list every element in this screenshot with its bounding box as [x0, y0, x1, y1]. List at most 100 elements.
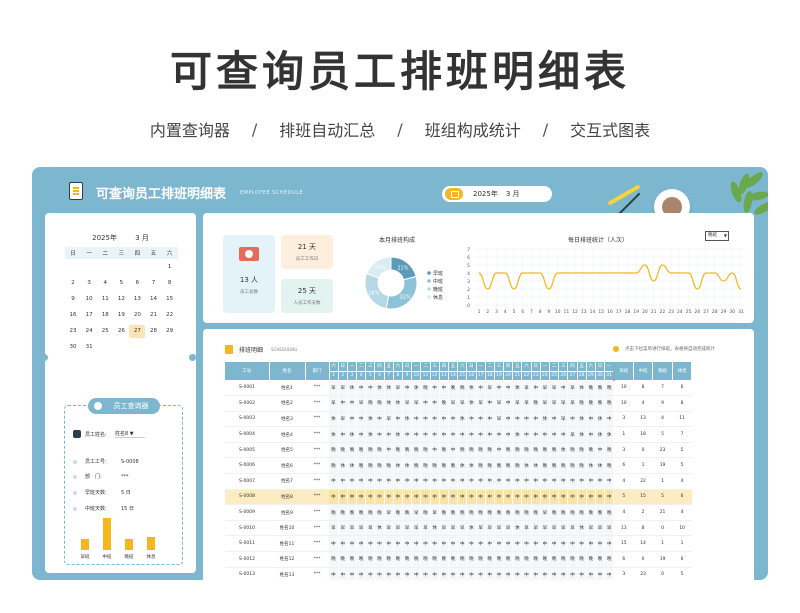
cell-shift[interactable]: 晚 [374, 504, 385, 521]
cell-shift[interactable]: 中 [476, 567, 486, 580]
cell-shift[interactable]: 晚 [347, 504, 358, 521]
cell-shift[interactable]: 休 [365, 426, 376, 443]
cell-shift[interactable]: 中 [549, 535, 560, 553]
cell-shift[interactable]: 晚 [604, 380, 615, 397]
cell-shift[interactable]: 中 [567, 411, 578, 428]
cell-shift[interactable]: 晚 [365, 395, 376, 412]
cell-shift[interactable]: 中 [521, 426, 532, 443]
cell-shift[interactable]: 中 [411, 411, 422, 428]
cell-shift[interactable]: 中 [604, 567, 615, 580]
cell-shift[interactable]: 早 [595, 520, 606, 537]
cell-shift[interactable]: 晚 [521, 551, 532, 568]
cell-shift[interactable]: 休 [521, 457, 532, 475]
cell-shift[interactable]: 晚 [595, 380, 606, 397]
cell-shift[interactable]: 中 [567, 535, 578, 553]
cell-shift[interactable]: 晚 [448, 380, 459, 397]
cell-shift[interactable]: 中 [476, 535, 486, 553]
cell-shift[interactable]: 休 [586, 457, 596, 475]
cell-shift[interactable]: 晚 [457, 504, 468, 521]
cell-shift[interactable]: 中 [521, 473, 532, 490]
calendar-day[interactable]: 16 [65, 312, 81, 318]
cell-shift[interactable]: 中 [384, 442, 394, 459]
cell-shift[interactable]: 中 [485, 411, 495, 428]
cell-shift[interactable]: 中 [430, 411, 440, 428]
cell-shift[interactable]: 晚 [439, 442, 449, 459]
cell-shift[interactable]: 中 [374, 489, 385, 506]
cell-shift[interactable]: 晚 [503, 551, 514, 568]
cell-shift[interactable]: 休 [577, 411, 587, 428]
cell-shift[interactable]: 晚 [338, 442, 348, 459]
cell-shift[interactable]: 中 [420, 567, 431, 580]
cell-shift[interactable]: 晚 [586, 504, 596, 521]
employee-name-select[interactable]: 姓名8 ▼ [115, 430, 145, 438]
cell-shift[interactable]: 中 [439, 426, 449, 443]
cell-shift[interactable]: 中 [586, 489, 596, 506]
calendar-day[interactable]: 23 [65, 328, 81, 334]
cell-shift[interactable]: 晚 [485, 551, 495, 568]
cell-shift[interactable]: 晚 [466, 504, 477, 521]
cell-shift[interactable]: 中 [430, 380, 440, 397]
cell-shift[interactable]: 中 [595, 442, 606, 459]
calendar-day[interactable]: 3 [81, 280, 97, 286]
cell-shift[interactable]: 中 [402, 535, 413, 553]
cell-shift[interactable]: 晚 [448, 504, 459, 521]
cell-shift[interactable]: 中 [586, 567, 596, 580]
cell-shift[interactable]: 晚 [540, 442, 551, 459]
cell-shift[interactable]: 休 [457, 411, 468, 428]
cell-shift[interactable]: 休 [430, 520, 440, 537]
cell-shift[interactable]: 中 [411, 473, 422, 490]
cell-shift[interactable]: 早 [540, 380, 551, 397]
cell-shift[interactable]: 中 [393, 489, 404, 506]
cell-shift[interactable]: 中 [494, 380, 505, 397]
cell-shift[interactable]: 早 [586, 520, 596, 537]
cell-shift[interactable]: 早 [540, 520, 551, 537]
cell-shift[interactable]: 早 [356, 395, 367, 412]
cell-shift[interactable]: 中 [549, 411, 560, 428]
cell-shift[interactable]: 中 [567, 489, 578, 506]
cell-shift[interactable]: 中 [430, 567, 440, 580]
calendar-day[interactable]: 10 [81, 296, 97, 302]
cell-shift[interactable]: 休 [604, 426, 615, 443]
cell-shift[interactable]: 中 [338, 473, 348, 490]
cell-shift[interactable]: 中 [338, 567, 348, 580]
cell-shift[interactable]: 晚 [494, 457, 505, 475]
calendar-day[interactable]: 24 [81, 328, 97, 334]
cell-shift[interactable]: 中 [430, 426, 440, 443]
cell-shift[interactable]: 早 [549, 380, 560, 397]
cell-shift[interactable]: 晚 [476, 551, 486, 568]
cell-shift[interactable]: 休 [595, 457, 606, 475]
cell-shift[interactable]: 休 [512, 380, 523, 397]
calendar-day[interactable]: 5 [113, 280, 129, 286]
cell-shift[interactable]: 早 [329, 395, 339, 412]
cell-shift[interactable]: 中 [457, 535, 468, 553]
cell-shift[interactable]: 中 [356, 535, 367, 553]
cell-shift[interactable]: 晚 [558, 457, 569, 475]
cell-shift[interactable]: 中 [604, 473, 615, 490]
cell-shift[interactable]: 晚 [448, 551, 459, 568]
cell-shift[interactable]: 早 [604, 520, 615, 537]
cell-shift[interactable]: 中 [365, 380, 376, 397]
cell-shift[interactable]: 早 [503, 520, 514, 537]
cell-shift[interactable]: 早 [430, 504, 440, 521]
cell-shift[interactable]: 中 [329, 473, 339, 490]
cell-shift[interactable]: 中 [558, 473, 569, 490]
cell-shift[interactable]: 中 [384, 489, 394, 506]
cell-shift[interactable]: 晚 [586, 442, 596, 459]
cell-shift[interactable]: 中 [512, 473, 523, 490]
cell-shift[interactable]: 中 [485, 567, 495, 580]
cell-shift[interactable]: 中 [476, 380, 486, 397]
cell-shift[interactable]: 中 [494, 473, 505, 490]
cell-shift[interactable]: 晚 [329, 457, 339, 475]
cell-shift[interactable]: 休 [338, 457, 348, 475]
cell-shift[interactable]: 晚 [577, 395, 587, 412]
cell-shift[interactable]: 晚 [457, 380, 468, 397]
cell-shift[interactable]: 晚 [365, 551, 376, 568]
cell-shift[interactable]: 早 [347, 520, 358, 537]
cell-shift[interactable]: 休 [347, 380, 358, 397]
cell-shift[interactable]: 中 [512, 567, 523, 580]
cell-shift[interactable]: 早 [540, 504, 551, 521]
cell-shift[interactable]: 晚 [577, 504, 587, 521]
cell-shift[interactable]: 中 [540, 473, 551, 490]
cell-shift[interactable]: 中 [512, 489, 523, 506]
cell-shift[interactable]: 晚 [402, 504, 413, 521]
